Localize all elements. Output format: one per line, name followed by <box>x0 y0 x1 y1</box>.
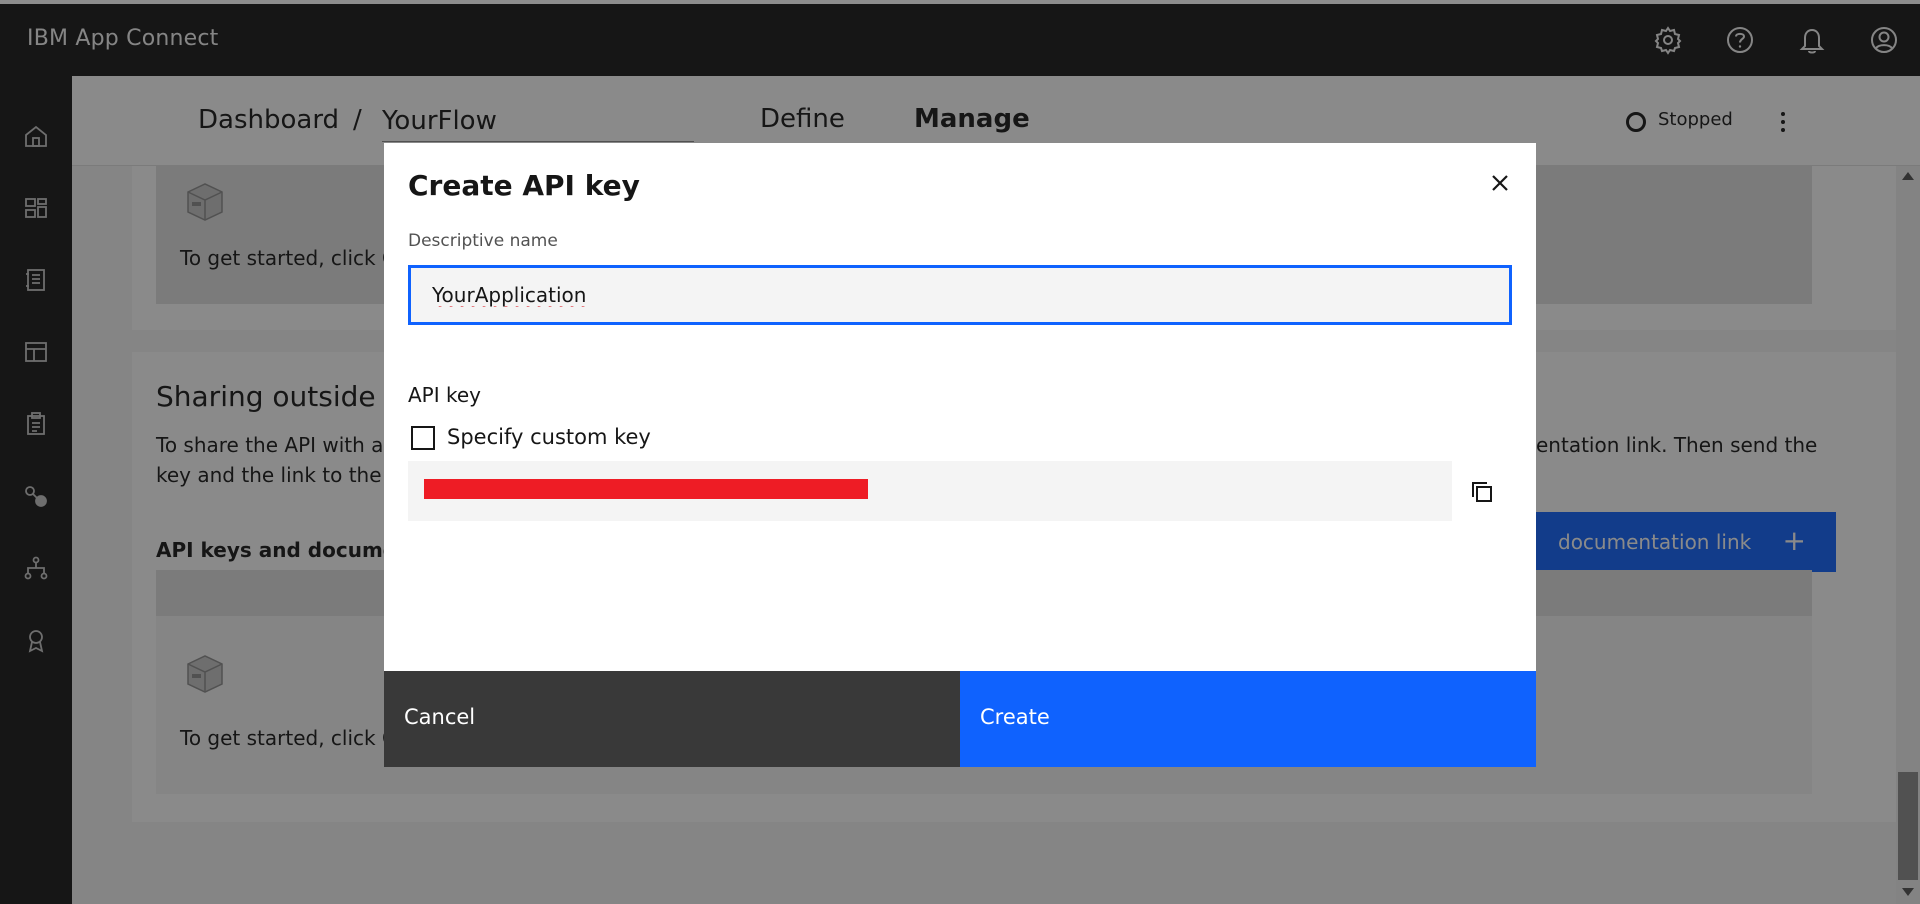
descriptive-name-label: Descriptive name <box>408 231 558 251</box>
custom-key-label[interactable]: Specify custom key <box>447 425 651 449</box>
create-button[interactable]: Create <box>960 671 1536 767</box>
api-key-label: API key <box>408 383 482 407</box>
api-key-field[interactable] <box>408 461 1452 521</box>
custom-key-checkbox[interactable] <box>411 426 435 450</box>
create-api-key-dialog: Create API key Descriptive name API key … <box>384 143 1536 767</box>
cancel-button[interactable]: Cancel <box>384 671 960 767</box>
dialog-title: Create API key <box>408 169 640 202</box>
descriptive-name-input[interactable] <box>408 265 1512 325</box>
copy-icon[interactable] <box>1466 476 1498 508</box>
create-label: Create <box>980 705 1050 729</box>
cancel-label: Cancel <box>404 705 476 729</box>
close-icon[interactable] <box>1484 167 1516 199</box>
redacted-api-key <box>424 479 868 499</box>
